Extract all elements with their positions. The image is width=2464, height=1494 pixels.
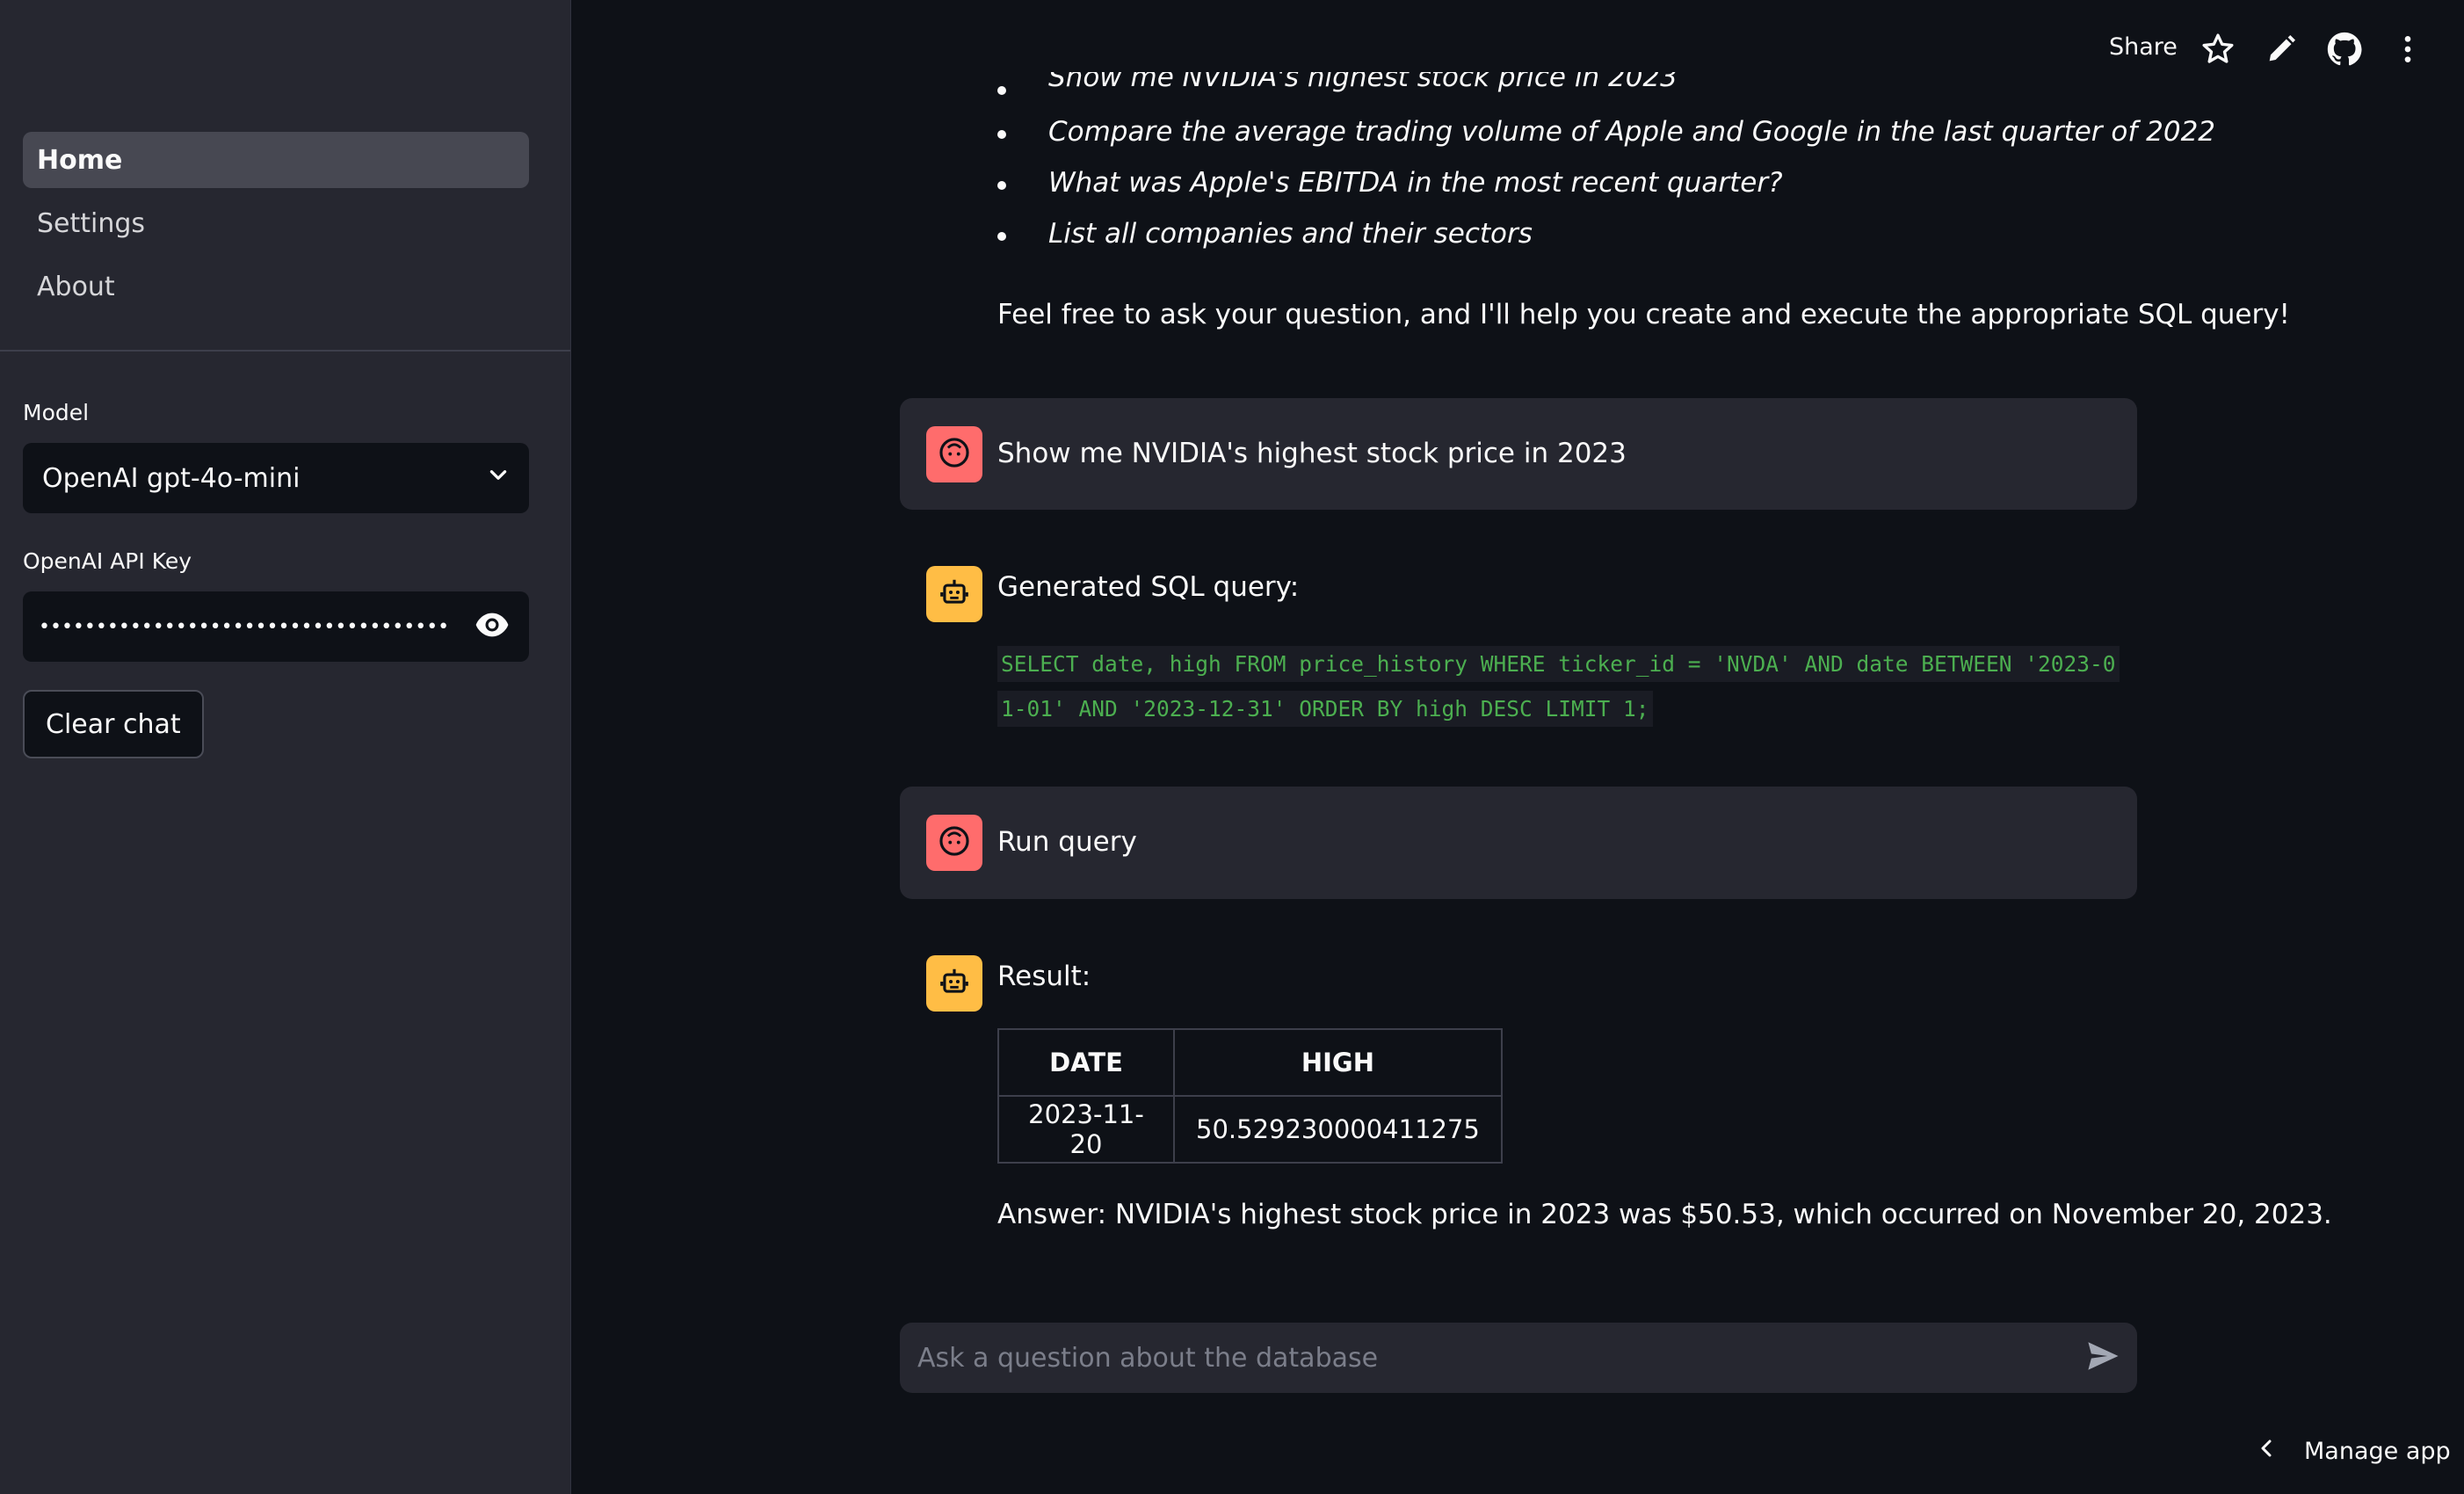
- star-icon[interactable]: [2200, 32, 2236, 67]
- face-icon: [938, 824, 971, 861]
- list-item: What was Apple's EBITDA in the most rece…: [997, 167, 2096, 218]
- assistant-avatar: [926, 566, 982, 622]
- model-select-value: OpenAI gpt-4o-mini: [42, 462, 301, 494]
- message-text: Generated SQL query:: [997, 571, 1300, 603]
- nav-item-settings[interactable]: Settings: [23, 195, 529, 251]
- api-key-input[interactable]: ••••••••••••••••••••••••••••••••••••••••…: [23, 591, 529, 662]
- table-cell: 2023-11-20: [997, 1095, 1175, 1164]
- share-button[interactable]: Share: [2109, 33, 2178, 61]
- sql-code: SELECT date, high FROM price_history WHE…: [997, 646, 2120, 727]
- message-text: Show me NVIDIA's highest stock price in …: [997, 438, 1627, 469]
- answer-text: Answer: NVIDIA's highest stock price in …: [997, 1199, 2332, 1230]
- user-avatar: [926, 426, 982, 482]
- face-icon: [938, 436, 971, 473]
- model-label: Model: [23, 400, 90, 425]
- manage-app-label: Manage app: [2304, 1438, 2451, 1465]
- table-header-row: DATE HIGH: [997, 1028, 1503, 1097]
- column-header: DATE: [997, 1028, 1175, 1097]
- more-vertical-icon[interactable]: [2390, 32, 2425, 67]
- list-item: List all companies and their sectors: [997, 218, 2096, 269]
- list-item: Compare the average trading volume of Ap…: [997, 116, 2215, 167]
- sidebar: Home Settings About Model OpenAI gpt-4o-…: [0, 0, 571, 1494]
- eye-icon[interactable]: [475, 612, 510, 642]
- manage-app-button[interactable]: Manage app: [2257, 1438, 2451, 1465]
- sql-code-block: SELECT date, high FROM price_history WHE…: [997, 642, 2122, 731]
- send-icon[interactable]: [2084, 1338, 2121, 1378]
- result-table: DATE HIGH 2023-11-20 50.529230000411275: [997, 1028, 1503, 1164]
- message-text: Result:: [997, 961, 1091, 992]
- api-key-value: ••••••••••••••••••••••••••••••••••••••••…: [39, 615, 452, 638]
- message-text: Run query: [997, 826, 1137, 858]
- robot-icon: [938, 576, 971, 613]
- assistant-avatar: [926, 955, 982, 1012]
- chat-message-user: Show me NVIDIA's highest stock price in …: [900, 398, 2137, 510]
- github-icon[interactable]: [2327, 32, 2362, 67]
- pencil-icon[interactable]: [2264, 32, 2299, 67]
- api-key-label: OpenAI API Key: [23, 548, 192, 574]
- chat-input-container: [900, 1323, 2137, 1393]
- chevron-down-icon: [487, 463, 510, 494]
- intro-closing-text: Feel free to ask your question, and I'll…: [997, 299, 2290, 330]
- nav-item-home[interactable]: Home: [23, 132, 529, 188]
- user-avatar: [926, 815, 982, 871]
- chevron-left-icon: [2257, 1438, 2278, 1465]
- table-cell: 50.529230000411275: [1173, 1095, 1503, 1164]
- chat-message-user: Run query: [900, 787, 2137, 899]
- list-item: Show me NVIDIA's highest stock price in …: [997, 72, 2096, 116]
- chat-input[interactable]: [916, 1341, 2084, 1374]
- model-select[interactable]: OpenAI gpt-4o-mini: [23, 443, 529, 513]
- table-row: 2023-11-20 50.529230000411275: [997, 1095, 1503, 1164]
- sidebar-divider: [0, 350, 570, 352]
- sidebar-nav: Home Settings About: [23, 132, 529, 322]
- example-questions-list: Show me NVIDIA's highest stock price in …: [997, 72, 2215, 269]
- column-header: HIGH: [1173, 1028, 1503, 1097]
- nav-item-about[interactable]: About: [23, 258, 529, 315]
- robot-icon: [938, 965, 971, 1002]
- clear-chat-button[interactable]: Clear chat: [23, 690, 204, 758]
